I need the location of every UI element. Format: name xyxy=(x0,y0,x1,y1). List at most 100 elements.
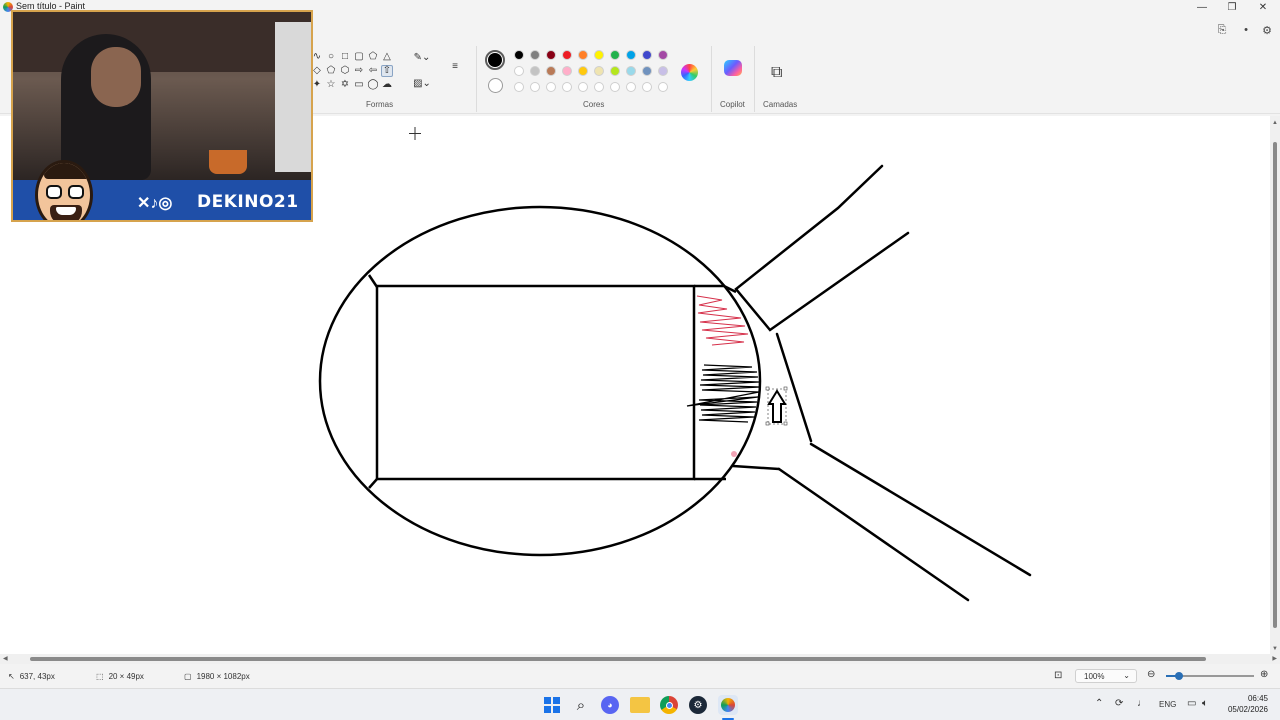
pink-dot[interactable] xyxy=(731,451,737,457)
file-explorer-icon[interactable] xyxy=(630,697,650,713)
custom-color-slot[interactable] xyxy=(530,82,540,92)
black-scribble[interactable] xyxy=(686,364,761,423)
six-point-star-shape[interactable]: ✡ xyxy=(339,79,351,91)
microphone-icon[interactable]: ♩ xyxy=(1137,698,1147,709)
custom-color-slot[interactable] xyxy=(610,82,620,92)
fill-dropdown-icon[interactable]: ▨⌄ xyxy=(412,78,432,90)
layers-icon[interactable]: ⧉ xyxy=(771,64,782,82)
webcam-video xyxy=(13,12,311,180)
primary-color-button[interactable] xyxy=(485,50,505,70)
fit-to-window-icon[interactable]: ⊡ xyxy=(1054,670,1062,681)
close-icon[interactable]: ✕ xyxy=(1249,0,1277,14)
color-swatch[interactable] xyxy=(530,66,540,76)
paint-icon[interactable] xyxy=(718,695,738,715)
volume-icon[interactable]: 🔈︎ xyxy=(1202,698,1208,709)
windows-taskbar: ⌕ ◕ ⚙ ⌃ ⟳ ♩ ENG ▭ 🔈︎ 06:45 05/02/2026 xyxy=(0,688,1280,720)
discord-icon[interactable]: ◕ xyxy=(601,696,619,714)
sync-icon[interactable]: ⟳ xyxy=(1115,698,1123,709)
zoom-select[interactable]: 100% ⌄ xyxy=(1075,669,1137,683)
color-swatch[interactable] xyxy=(642,50,652,60)
clock[interactable]: 06:45 05/02/2026 xyxy=(1228,693,1268,715)
callout-oval-shape[interactable]: ◯ xyxy=(367,79,379,91)
rectangle-shape[interactable]: □ xyxy=(339,51,351,63)
polygon-shape[interactable]: ⬠ xyxy=(367,51,379,63)
scroll-left-icon[interactable]: ◀ xyxy=(3,655,8,662)
custom-color-slot[interactable] xyxy=(546,82,556,92)
color-swatch[interactable] xyxy=(658,50,668,60)
color-swatch[interactable] xyxy=(626,66,636,76)
outline-dropdown-icon[interactable]: ✎⌄ xyxy=(412,52,432,64)
right-arrow-shape[interactable]: ⇨ xyxy=(353,65,365,77)
red-scribble[interactable] xyxy=(696,295,749,346)
horizontal-scroll-thumb[interactable] xyxy=(30,657,1206,661)
webcam-overlay: ✕♪◎ DEKINO21 xyxy=(11,10,313,222)
hexagon-shape[interactable]: ⬡ xyxy=(339,65,351,77)
color-swatch[interactable] xyxy=(530,50,540,60)
callout-rectangle-shape[interactable]: ▭ xyxy=(353,79,365,91)
zoom-out-icon[interactable]: ⊖ xyxy=(1147,669,1155,680)
color-swatch[interactable] xyxy=(594,66,604,76)
language-indicator[interactable]: ENG xyxy=(1159,700,1176,709)
custom-color-slot[interactable] xyxy=(658,82,668,92)
color-swatch[interactable] xyxy=(562,66,572,76)
share-icon[interactable]: ⎘ xyxy=(1212,22,1232,38)
scroll-up-icon[interactable]: ▲ xyxy=(1272,120,1278,126)
color-swatch[interactable] xyxy=(658,66,668,76)
scroll-right-icon[interactable]: ▶ xyxy=(1272,655,1277,662)
vertical-scrollbar[interactable]: ▲ ▼ xyxy=(1270,116,1280,654)
custom-color-slot[interactable] xyxy=(514,82,524,92)
horizontal-scrollbar[interactable]: ◀ ▶ xyxy=(0,654,1280,664)
secondary-color-button[interactable] xyxy=(488,78,503,93)
color-swatch[interactable] xyxy=(642,66,652,76)
pentagon-shape[interactable]: ⬠ xyxy=(325,65,337,77)
scroll-down-icon[interactable]: ▼ xyxy=(1272,646,1278,652)
settings-icon[interactable]: ⚙ xyxy=(1257,22,1277,38)
rounded-rectangle-shape[interactable]: ▢ xyxy=(353,51,365,63)
vertical-scroll-thumb[interactable] xyxy=(1273,142,1277,628)
custom-color-slot[interactable] xyxy=(642,82,652,92)
zoom-slider[interactable] xyxy=(1166,672,1254,680)
zoom-in-icon[interactable]: ⊕ xyxy=(1260,669,1268,680)
triangle-shape[interactable]: △ xyxy=(381,51,393,63)
restore-icon[interactable]: ❐ xyxy=(1218,0,1246,14)
zoom-slider-knob[interactable] xyxy=(1175,672,1184,680)
color-swatch[interactable] xyxy=(610,50,620,60)
minimize-icon[interactable]: — xyxy=(1188,0,1216,14)
color-swatch[interactable] xyxy=(514,66,524,76)
social-handle: DEKINO21 xyxy=(197,192,299,212)
color-swatch[interactable] xyxy=(610,66,620,76)
selected-up-arrow-shape[interactable] xyxy=(765,386,788,426)
account-icon[interactable]: • xyxy=(1236,22,1256,38)
five-point-star-shape[interactable]: ☆ xyxy=(325,79,337,91)
drawn-rectangle[interactable] xyxy=(375,284,696,481)
edit-colors-icon[interactable] xyxy=(681,64,698,81)
steam-icon[interactable]: ⚙ xyxy=(689,696,707,714)
callout-cloud-shape[interactable]: ☁ xyxy=(381,79,393,91)
windows-start-icon[interactable] xyxy=(542,695,562,715)
color-swatch[interactable] xyxy=(594,50,604,60)
chrome-icon[interactable] xyxy=(660,696,678,714)
color-swatch[interactable] xyxy=(514,50,524,60)
oval-shape[interactable]: ○ xyxy=(325,51,337,63)
left-arrow-shape[interactable]: ⇦ xyxy=(367,65,379,77)
color-swatch[interactable] xyxy=(626,50,636,60)
search-icon[interactable]: ⌕ xyxy=(571,695,591,715)
color-swatch[interactable] xyxy=(562,50,572,60)
color-swatch[interactable] xyxy=(546,50,556,60)
drawn-pipe-lines[interactable] xyxy=(731,164,1032,602)
primary-color-swatch xyxy=(488,53,502,67)
color-swatch[interactable] xyxy=(546,66,556,76)
custom-color-slot[interactable] xyxy=(578,82,588,92)
up-arrow-shape[interactable]: ⇧ xyxy=(381,65,393,77)
drawn-connector-lines[interactable] xyxy=(367,274,737,489)
stroke-size-icon[interactable]: ≡ xyxy=(447,60,463,74)
network-icon[interactable]: ▭ xyxy=(1187,698,1196,709)
custom-color-slot[interactable] xyxy=(626,82,636,92)
chevron-up-icon[interactable]: ⌃ xyxy=(1095,698,1103,709)
copilot-icon[interactable] xyxy=(724,60,742,76)
color-swatch[interactable] xyxy=(578,50,588,60)
color-swatch[interactable] xyxy=(578,66,588,76)
custom-color-slot[interactable] xyxy=(562,82,572,92)
custom-color-slot[interactable] xyxy=(594,82,604,92)
selection-size: ⬚ 20 × 49px xyxy=(96,672,144,681)
